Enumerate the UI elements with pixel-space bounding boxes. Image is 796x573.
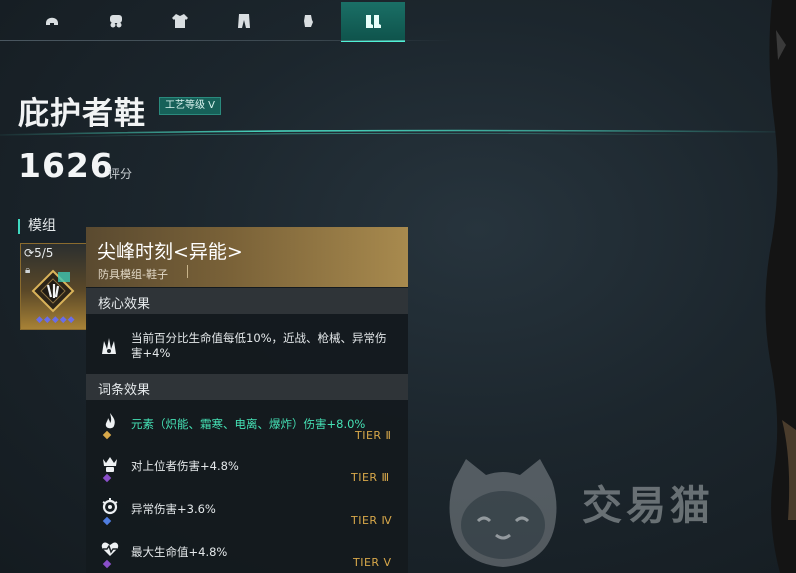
item-score: 1626 — [18, 146, 114, 185]
equipment-tab-bar — [0, 0, 460, 42]
affix-text: 对上位者伤害+4.8% — [131, 459, 239, 473]
module-name: 尖峰时刻<异能> — [97, 241, 243, 263]
refresh-icon: ⟳ — [24, 246, 35, 260]
affix-tier: TIER Ⅴ — [353, 556, 392, 569]
module-type: 防具模组-鞋子 — [98, 268, 168, 281]
flame-icon — [105, 413, 115, 429]
affix-header: 词条效果 — [98, 383, 151, 398]
tab-gloves[interactable] — [276, 2, 340, 40]
affix-text: 元素（炽能、霜寒、电离、爆炸）伤害+8.0% — [131, 417, 366, 431]
boots-icon — [366, 15, 381, 28]
subtitle-divider — [187, 265, 188, 278]
cat-logo-icon — [449, 459, 557, 567]
affix-tier: TIER Ⅳ — [351, 514, 393, 527]
jacket-icon — [172, 14, 188, 28]
mask-icon — [110, 15, 122, 28]
anomaly-icon — [102, 498, 118, 515]
affix-text: 异常伤害+3.6% — [131, 502, 216, 516]
watermark-text: 交易猫 — [582, 483, 714, 529]
module-slot-count: ⟳5/5 — [24, 246, 53, 260]
title-glow-line — [0, 129, 796, 138]
slot-count-value: 5/5 — [34, 246, 54, 260]
tab-mask[interactable] — [84, 2, 148, 40]
affix-text: 最大生命值+4.8% — [131, 545, 228, 559]
core-effect-header: 核心效果 — [98, 297, 151, 312]
spike-module-icon — [31, 269, 75, 313]
score-label: 评分 — [108, 167, 133, 181]
helmet-icon — [46, 17, 58, 25]
tab-jacket[interactable] — [148, 2, 212, 40]
tab-boots[interactable] — [341, 2, 405, 42]
heart-pulse-icon — [101, 542, 119, 556]
crown-skull-icon — [103, 457, 117, 472]
core-effect-text: 当前百分比生命值每低10%，近战、枪械、异常伤害+4% — [131, 331, 387, 360]
affix-tier: TIER Ⅲ — [351, 471, 390, 484]
character-model — [765, 0, 796, 573]
pants-icon — [238, 14, 250, 28]
core-effect-icon — [102, 338, 116, 354]
tab-pants[interactable] — [212, 2, 276, 40]
craft-level-badge: 工艺等级 V — [159, 97, 222, 115]
glove-icon — [304, 15, 313, 27]
affix-tier: TIER Ⅱ — [355, 429, 392, 442]
tab-helmet[interactable] — [20, 2, 84, 40]
slot-rarity-dots: ◆◆◆◆◆ — [36, 315, 76, 325]
tab-divider — [0, 40, 455, 41]
module-section-label: 模组 — [18, 219, 56, 234]
